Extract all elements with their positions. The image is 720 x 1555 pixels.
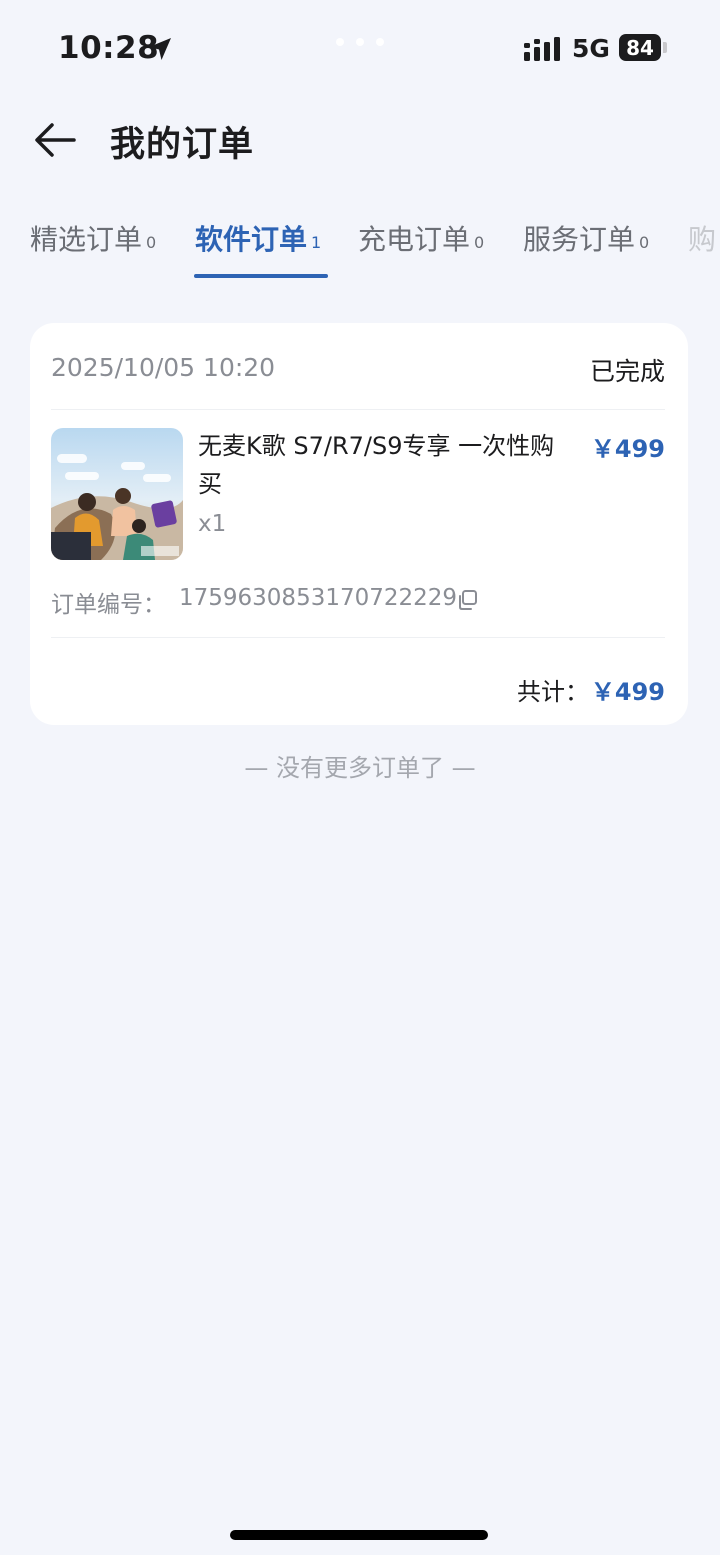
tab-label: 充电订单 bbox=[358, 223, 471, 256]
status-time: 10:28 bbox=[58, 30, 160, 66]
tab-count: 1 bbox=[311, 233, 322, 252]
copy-icon[interactable] bbox=[456, 589, 478, 611]
active-tab-indicator bbox=[194, 274, 328, 278]
product-name[interactable]: 无麦K歌 S7/R7/S9专享 一次性购买 bbox=[198, 427, 578, 503]
no-more-orders-text: — 没有更多订单了 — bbox=[244, 754, 476, 782]
product-price: ￥499 bbox=[590, 435, 665, 463]
battery-cap bbox=[663, 42, 667, 53]
tab-charging-orders[interactable]: 充电订单 0 bbox=[358, 218, 484, 258]
tab-featured-orders[interactable]: 精选订单 0 bbox=[30, 218, 156, 258]
divider bbox=[51, 409, 665, 410]
tab-label: 软件订单 bbox=[195, 223, 308, 256]
tab-purchase-orders[interactable]: 购 bbox=[688, 218, 716, 258]
order-number: 1759630853170722229 bbox=[179, 585, 458, 611]
status-bar: 10:28 5G 84 bbox=[0, 0, 720, 95]
tab-service-orders[interactable]: 服务订单 0 bbox=[523, 218, 649, 258]
tab-software-orders[interactable]: 软件订单 1 bbox=[195, 218, 321, 258]
cellular-signal-icon bbox=[524, 37, 560, 61]
location-arrow-icon bbox=[149, 38, 171, 60]
total-label: 共计： bbox=[517, 678, 589, 706]
divider bbox=[51, 637, 665, 638]
tab-label: 购 bbox=[688, 223, 717, 256]
page-dots bbox=[336, 38, 384, 46]
network-type: 5G bbox=[572, 34, 610, 63]
tab-count: 0 bbox=[639, 233, 650, 252]
arrow-left-icon[interactable] bbox=[30, 118, 80, 162]
page-title: 我的订单 bbox=[110, 125, 255, 165]
order-status: 已完成 bbox=[589, 357, 665, 386]
order-card[interactable]: 2025/10/05 10:20 已完成 无麦K歌 S7/R7/S9专享 一次性… bbox=[30, 323, 688, 725]
tab-label: 服务订单 bbox=[523, 223, 636, 256]
tab-count: 0 bbox=[474, 233, 485, 252]
product-image bbox=[51, 428, 183, 560]
product-quantity: x1 bbox=[198, 511, 227, 537]
tab-count: 0 bbox=[146, 233, 157, 252]
order-number-label: 订单编号： bbox=[51, 592, 166, 618]
order-time: 2025/10/05 10:20 bbox=[51, 353, 276, 382]
total-value: ￥499 bbox=[590, 678, 665, 706]
home-indicator[interactable] bbox=[230, 1530, 488, 1540]
product-thumbnail[interactable] bbox=[51, 428, 183, 560]
order-list-screen: 10:28 5G 84 我的订单 精选订单 0 软件订单 1 充电订单 0 服务… bbox=[0, 0, 720, 1555]
battery-indicator: 84 bbox=[619, 34, 661, 61]
tab-label: 精选订单 bbox=[30, 223, 143, 256]
order-tabs: 精选订单 0 软件订单 1 充电订单 0 服务订单 0 购 bbox=[0, 218, 720, 288]
